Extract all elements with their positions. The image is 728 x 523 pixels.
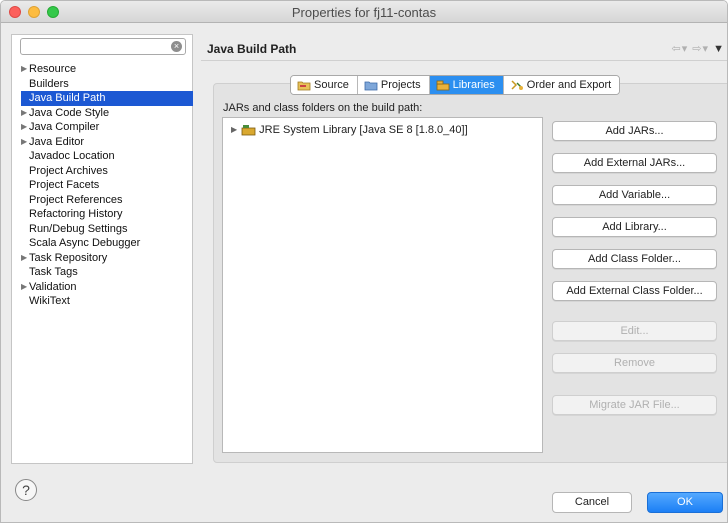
build-path-entries-list[interactable]: ▶ JRE System Library [Java SE 8 [1.8.0_4… [222,117,543,453]
sidebar-item-run-debug-settings[interactable]: Run/Debug Settings [21,222,193,237]
sidebar-item-task-repository[interactable]: ▶ Task Repository [21,251,193,266]
sidebar-item-label: Javadoc Location [29,150,115,162]
sidebar-item-label: Refactoring History [29,208,123,220]
tab-order-and-export[interactable]: Order and Export [503,76,620,94]
libraries-icon [436,79,450,91]
sidebar-item-label: Task Repository [29,251,108,264]
sidebar-item-wikitext[interactable]: WikiText [21,294,193,309]
tab-order-and-export-label: Order and Export [526,79,612,91]
sidebar-item-label: Project References [29,193,123,206]
cancel-button[interactable]: Cancel [552,492,632,513]
sidebar-item-builders[interactable]: Builders [21,77,193,92]
tab-bar: Source Projects Libraries Order and Expo… [290,75,621,95]
add-variable-button[interactable]: Add Variable... [552,185,717,205]
library-entry-label: JRE System Library [Java SE 8 [1.8.0_40]… [259,124,468,136]
sidebar-item-label: Java Editor [29,135,85,148]
property-page-list: ▶ Resource Builders Java Build Path ▶ Java Co… [21,62,193,309]
sidebar-item-project-facets[interactable]: Project Facets [21,178,193,193]
window-title: Properties for fj11-contas [291,5,437,20]
help-button[interactable]: ? [15,479,37,501]
expand-arrow-icon[interactable]: ▶ [21,251,27,266]
sidebar-item-project-references[interactable]: Project References [21,193,193,208]
sidebar-item-label: Builders [29,77,69,90]
sidebar-item-scala-async-debugger[interactable]: Scala Async Debugger [21,236,193,251]
projects-folder-icon [364,79,378,91]
back-icon[interactable]: ⇦▾ [671,43,688,55]
sidebar-item-label: Java Build Path [29,92,106,104]
sidebar-item-label: Java Code Style [29,106,110,119]
tab-libraries-label: Libraries [452,79,495,91]
expand-arrow-icon[interactable]: ▶ [21,135,27,150]
sidebar-item-label: Java Compiler [29,121,100,133]
sidebar-item-java-code-style[interactable]: ▶ Java Code Style [21,106,193,121]
list-item[interactable]: ▶ JRE System Library [Java SE 8 [1.8.0_4… [231,123,468,137]
sidebar-item-java-compiler[interactable]: ▶ Java Compiler [21,120,193,135]
history-navigation[interactable]: ⇦▾ ⇨▾ ▼ [671,42,725,55]
build-path-section-label: JARs and class folders on the build path… [223,102,423,114]
tab-projects[interactable]: Projects [357,76,430,94]
properties-dialog: Properties for fj11-contas × ▶ Resource Bu… [0,0,728,523]
expand-arrow-icon[interactable]: ▶ [21,62,27,77]
forward-icon[interactable]: ⇨▾ [692,43,709,55]
sidebar-item-label: WikiText [29,295,70,307]
sidebar-item-label: Run/Debug Settings [29,222,128,235]
add-library-button[interactable]: Add Library... [552,217,717,237]
library-icon [241,125,256,136]
sidebar-item-label: Task Tags [29,266,78,278]
filter-input[interactable] [21,39,161,54]
expand-arrow-icon[interactable]: ▶ [21,120,27,135]
expand-arrow-icon[interactable]: ▶ [21,280,27,295]
add-external-class-folder-button[interactable]: Add External Class Folder... [552,281,717,301]
expand-arrow-icon[interactable]: ▶ [231,123,237,137]
sidebar-item-java-editor[interactable]: ▶ Java Editor [21,135,193,150]
view-menu-icon[interactable]: ▼ [713,43,725,55]
tab-source[interactable]: Source [291,76,358,94]
sidebar-item-label: Resource [29,63,77,75]
tab-libraries[interactable]: Libraries [429,76,504,94]
add-class-folder-button[interactable]: Add Class Folder... [552,249,717,269]
migrate-jar-file-button[interactable]: Migrate JAR File... [552,395,717,415]
sidebar-item-label: Scala Async Debugger [29,237,141,249]
sidebar-item-refactoring-history[interactable]: Refactoring History [21,207,193,222]
sidebar-item-java-build-path[interactable]: Java Build Path [21,91,193,106]
sidebar-item-project-archives[interactable]: Project Archives [21,164,193,179]
tab-source-label: Source [314,79,349,91]
add-external-jars-button[interactable]: Add External JARs... [552,153,717,173]
tab-projects-label: Projects [380,79,421,91]
sidebar-item-resource[interactable]: ▶ Resource [21,62,193,77]
sidebar-item-validation[interactable]: ▶ Validation [21,280,193,295]
title-bar[interactable]: Properties for fj11-contas [1,1,727,23]
clear-filter-icon[interactable]: × [171,41,182,52]
sidebar-item-label: Project Facets [29,179,100,191]
filter-field[interactable]: × [20,38,186,55]
order-export-icon [510,79,524,91]
ok-button[interactable]: OK [647,492,723,513]
page-title: Java Build Path [207,42,297,56]
expand-arrow-icon[interactable]: ▶ [21,106,27,121]
sidebar-item-javadoc-location[interactable]: Javadoc Location [21,149,193,164]
sidebar-item-label: Validation [29,280,77,293]
sidebar-item-task-tags[interactable]: Task Tags [21,265,193,280]
add-jars-button[interactable]: Add JARs... [552,121,717,141]
edit-button[interactable]: Edit... [552,321,717,341]
remove-button[interactable]: Remove [552,353,717,373]
sidebar-item-label: Project Archives [29,164,108,177]
source-folder-icon [297,79,311,91]
header-divider [201,60,727,61]
